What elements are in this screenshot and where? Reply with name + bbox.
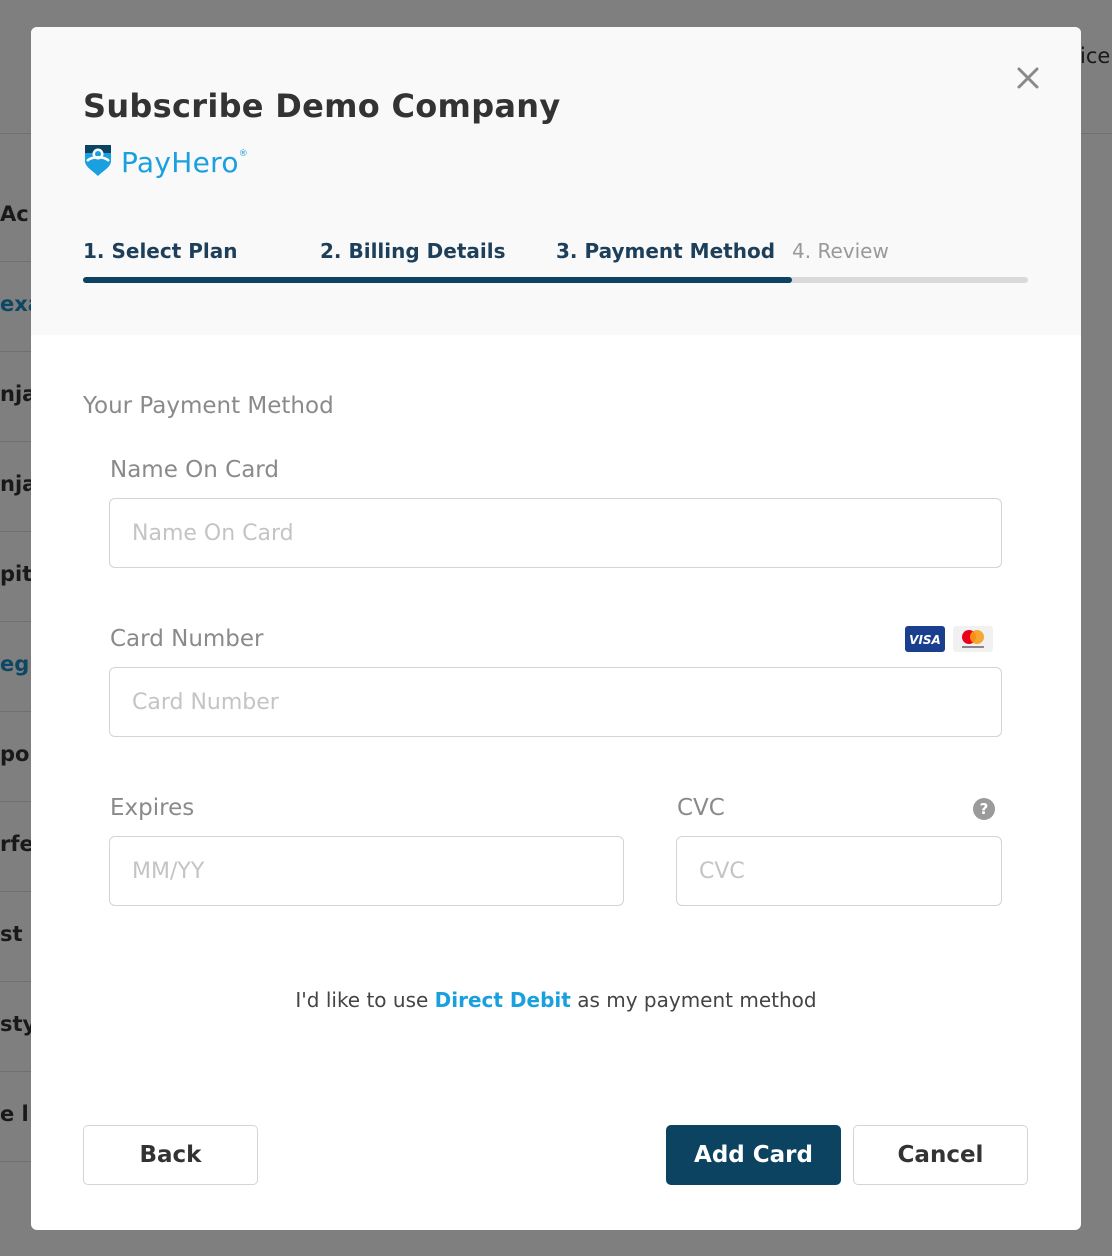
step-billing-details[interactable]: 2. Billing Details bbox=[320, 239, 506, 263]
accepted-cards: VISA bbox=[905, 626, 993, 656]
payhero-logo-icon bbox=[83, 143, 113, 181]
direct-debit-suffix: as my payment method bbox=[570, 988, 817, 1012]
back-button[interactable]: Back bbox=[83, 1125, 258, 1185]
payhero-logo: PayHero ® bbox=[83, 142, 248, 182]
name-on-card-label: Name On Card bbox=[110, 457, 279, 483]
stepper: 1. Select Plan 2. Billing Details 3. Pay… bbox=[83, 239, 1028, 269]
section-title: Your Payment Method bbox=[83, 393, 334, 419]
card-number-label: Card Number bbox=[110, 626, 264, 652]
help-icon[interactable]: ? bbox=[973, 798, 995, 820]
close-icon[interactable] bbox=[1013, 63, 1043, 93]
svg-text:VISA: VISA bbox=[909, 633, 941, 647]
direct-debit-prefix: I'd like to use bbox=[295, 988, 435, 1012]
registered-mark: ® bbox=[238, 149, 248, 159]
direct-debit-link[interactable]: Direct Debit bbox=[435, 988, 571, 1012]
stepper-progress-track bbox=[83, 277, 1028, 283]
step-review: 4. Review bbox=[792, 239, 889, 263]
mastercard-icon bbox=[953, 626, 993, 656]
cvc-label: CVC bbox=[677, 795, 725, 821]
direct-debit-prompt: I'd like to use Direct Debit as my payme… bbox=[31, 988, 1081, 1012]
expires-label: Expires bbox=[110, 795, 195, 821]
modal-header: Subscribe Demo Company PayHero ® 1. Sele… bbox=[31, 27, 1081, 335]
expires-input[interactable] bbox=[109, 836, 624, 906]
visa-icon: VISA bbox=[905, 626, 945, 656]
cancel-button[interactable]: Cancel bbox=[853, 1125, 1028, 1185]
step-payment-method[interactable]: 3. Payment Method bbox=[556, 239, 775, 263]
step-select-plan[interactable]: 1. Select Plan bbox=[83, 239, 238, 263]
modal-title: Subscribe Demo Company bbox=[83, 87, 561, 125]
payhero-logo-text: PayHero bbox=[121, 145, 239, 179]
card-number-input[interactable] bbox=[109, 667, 1002, 737]
subscribe-modal: Subscribe Demo Company PayHero ® 1. Sele… bbox=[31, 27, 1081, 1230]
add-card-button[interactable]: Add Card bbox=[666, 1125, 841, 1185]
name-on-card-input[interactable] bbox=[109, 498, 1002, 568]
cvc-input[interactable] bbox=[676, 836, 1002, 906]
stepper-progress-fill bbox=[83, 277, 792, 283]
